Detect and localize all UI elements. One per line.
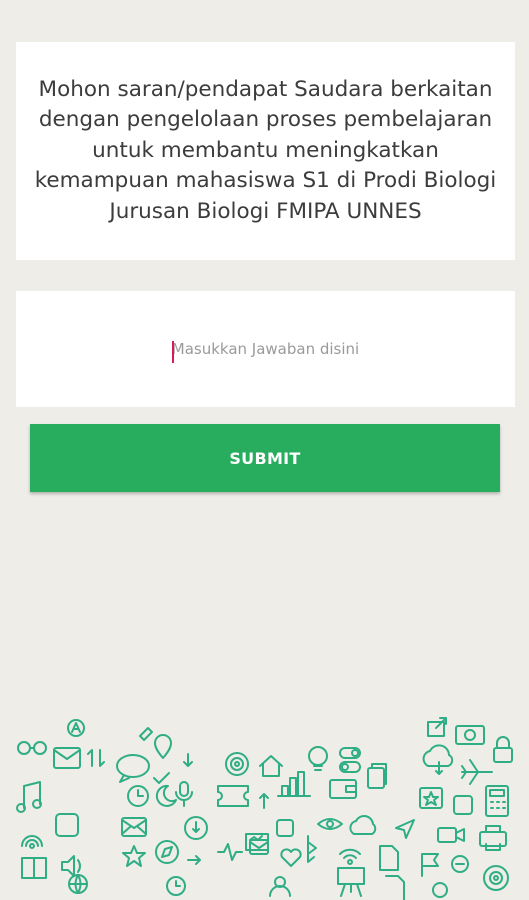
star-icon xyxy=(122,845,146,867)
wifi-icon xyxy=(339,848,361,865)
chat-icon xyxy=(116,754,150,783)
bluetooth-icon xyxy=(307,835,317,863)
printer-icon xyxy=(479,825,507,851)
target-icon xyxy=(225,752,249,776)
tablet-icon xyxy=(55,813,79,837)
question-text: Mohon saran/pendapat Saudara berkaitan d… xyxy=(34,76,497,224)
cloud-down-icon xyxy=(184,816,208,840)
answer-card xyxy=(16,291,515,407)
compass-icon xyxy=(155,840,179,864)
mail-small-icon xyxy=(249,839,269,855)
document-icon xyxy=(379,845,399,871)
cloud-icon xyxy=(349,815,377,835)
cloud-download-icon xyxy=(422,744,454,775)
arrow-down-icon xyxy=(183,753,193,767)
wallet-icon xyxy=(329,779,357,799)
flag-icon xyxy=(421,853,439,877)
camera-icon xyxy=(455,725,485,745)
clipboard-icon xyxy=(276,819,294,837)
globe-icon xyxy=(68,874,88,894)
question-card: Mohon saran/pendapat Saudara berkaitan d… xyxy=(16,42,515,260)
minus-circle-icon xyxy=(451,855,469,873)
mic-icon xyxy=(175,781,193,807)
heart-icon xyxy=(280,848,302,867)
alarm-icon xyxy=(166,876,186,896)
calculator-icon xyxy=(485,785,509,817)
decorative-icon-pattern xyxy=(16,717,513,900)
clock-icon xyxy=(127,785,149,807)
mail-open-icon xyxy=(121,817,147,837)
transfer-icon xyxy=(87,749,105,767)
lock-icon xyxy=(493,736,513,763)
share-icon xyxy=(427,717,447,737)
easel-icon xyxy=(337,867,365,897)
copy-icon xyxy=(367,763,387,789)
user-icon xyxy=(269,876,291,897)
square-icon xyxy=(453,795,473,815)
music-icon xyxy=(16,781,42,813)
circle-icon xyxy=(432,882,448,898)
rss-icon xyxy=(21,835,43,849)
moon-icon xyxy=(155,784,177,807)
a-badge-icon xyxy=(67,719,85,737)
home-icon xyxy=(259,755,283,777)
bulb-icon xyxy=(308,746,328,771)
submit-button[interactable]: SUBMIT xyxy=(30,424,500,492)
pencil-icon xyxy=(139,727,153,741)
glasses-icon xyxy=(17,741,47,755)
video-icon xyxy=(437,827,465,843)
send-icon xyxy=(395,819,415,839)
arrow-right-icon xyxy=(187,855,201,865)
location-icon xyxy=(154,734,172,759)
eye-icon xyxy=(317,818,343,830)
file-text-icon xyxy=(385,875,405,900)
pulse-icon xyxy=(217,843,243,861)
toggle-icon xyxy=(339,747,361,773)
check-icon xyxy=(153,772,170,784)
bar-chart-icon xyxy=(277,771,311,797)
answer-input[interactable] xyxy=(43,328,488,370)
arrow-up-icon xyxy=(259,793,269,809)
mail-icon xyxy=(53,747,81,769)
volume-icon xyxy=(61,855,81,877)
star-box-icon xyxy=(419,787,443,809)
plane-icon xyxy=(461,759,493,785)
book-icon xyxy=(21,857,47,879)
ticket-icon xyxy=(217,785,249,807)
text-cursor xyxy=(172,341,174,363)
cursor-icon xyxy=(483,865,509,891)
